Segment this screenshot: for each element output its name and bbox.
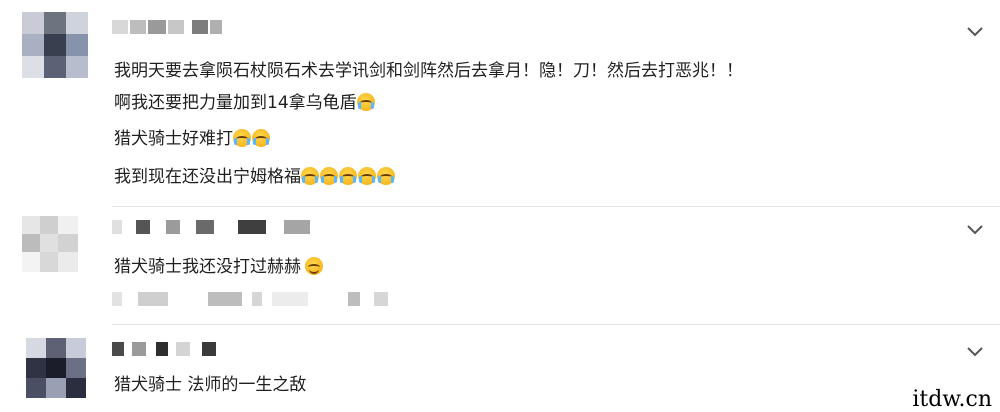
chevron-down-icon[interactable] xyxy=(964,340,986,362)
loudly-crying-face-icon xyxy=(339,167,357,185)
comment-text-line: 我明天要去拿陨石杖陨石术去学讯剑和剑阵然后去拿月！隐！刀！然后去打恶兆！！ xyxy=(114,61,743,81)
smiling-face-icon xyxy=(305,257,323,275)
comment-text-line: 啊我还要把力量加到14拿乌龟盾 xyxy=(114,92,376,114)
avatar[interactable] xyxy=(26,338,86,398)
comment-meta-blurred xyxy=(112,292,392,306)
loudly-crying-face-icon xyxy=(356,93,375,111)
username-blurred[interactable] xyxy=(112,20,222,34)
loudly-crying-face-icon xyxy=(233,129,251,147)
avatar[interactable] xyxy=(22,12,88,78)
chevron-down-icon[interactable] xyxy=(964,20,986,42)
loudly-crying-face-icon xyxy=(301,167,319,185)
comment-2: 猎犬骑士我还没打过赫赫 xyxy=(0,206,1000,324)
comment-1: 我明天要去拿陨石杖陨石术去学讯剑和剑阵然后去拿月！隐！刀！然后去打恶兆！！ 啊我… xyxy=(0,0,1000,205)
avatar[interactable] xyxy=(22,216,78,272)
username-blurred[interactable] xyxy=(112,220,322,234)
chevron-down-icon[interactable] xyxy=(964,218,986,240)
comment-text-line: 猎犬骑士 法师的一生之敌 xyxy=(114,375,307,395)
comment-3: 猎犬骑士 法师的一生之敌 xyxy=(0,324,1000,412)
loudly-crying-face-icon xyxy=(358,167,376,185)
comment-text-line: 我到现在还没出宁姆格福 xyxy=(114,166,396,188)
comment-text-line: 猎犬骑士好难打 xyxy=(114,128,271,150)
loudly-crying-face-icon xyxy=(252,129,270,147)
username-blurred[interactable] xyxy=(112,342,232,356)
loudly-crying-face-icon xyxy=(320,167,338,185)
loudly-crying-face-icon xyxy=(377,167,395,185)
comment-text-line: 猎犬骑士我还没打过赫赫 xyxy=(114,256,324,278)
watermark: itdw.cn xyxy=(912,387,992,412)
